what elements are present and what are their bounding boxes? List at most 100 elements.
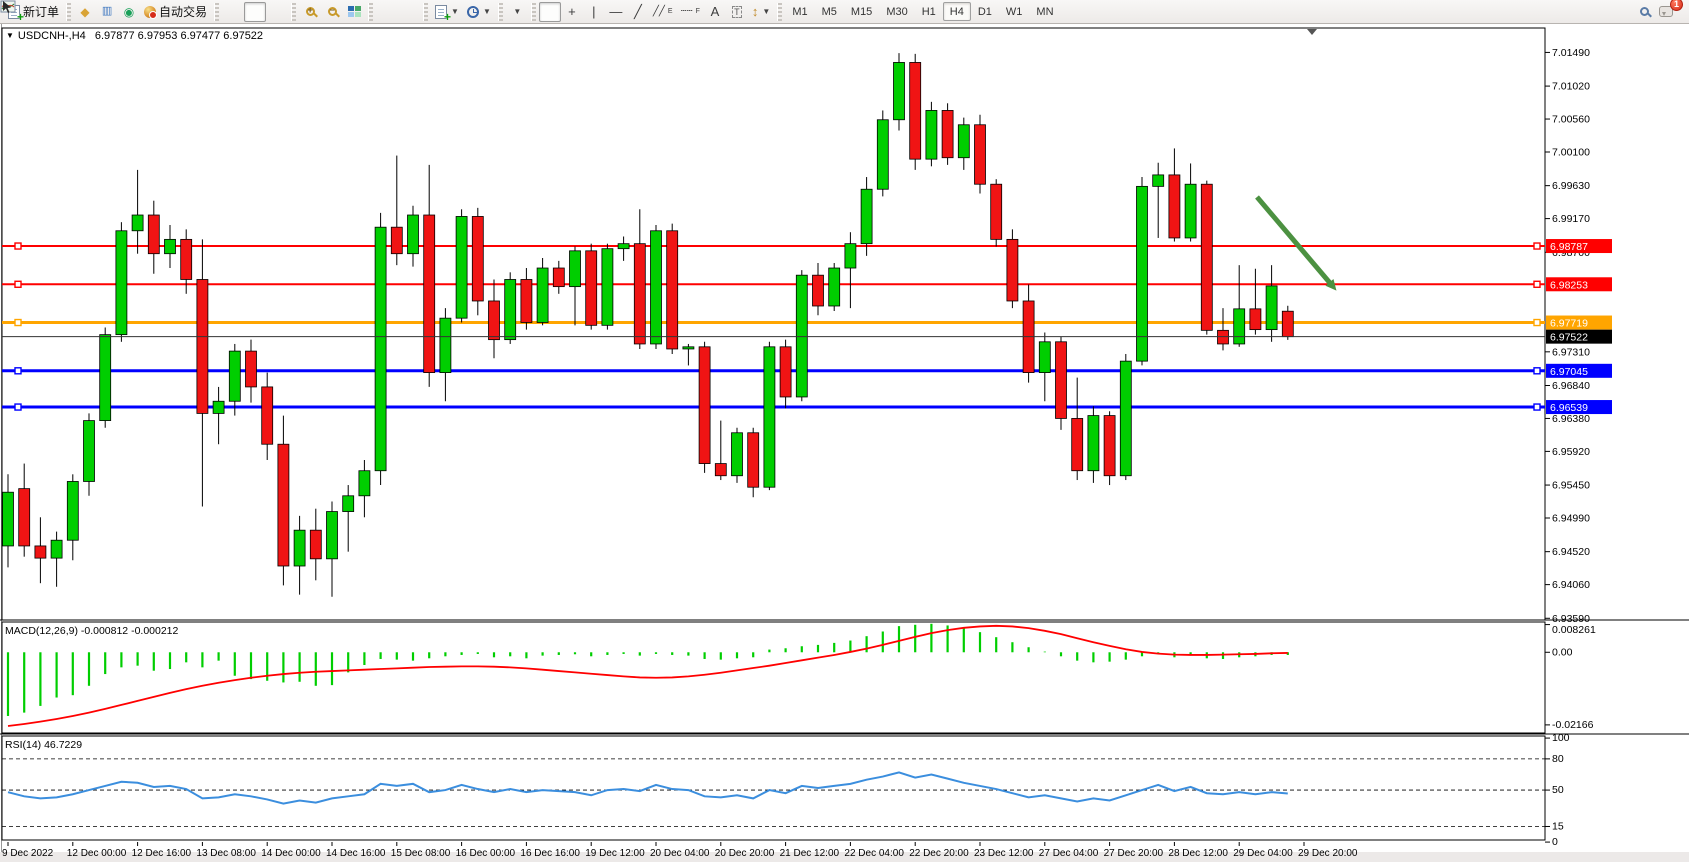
toolbar-grip (66, 3, 71, 21)
equidistant-channel-icon: ╱╱ (653, 7, 665, 17)
fibonacci-icon: ┄┄ (681, 7, 693, 17)
new-order-label: 新订单 (23, 3, 59, 20)
tile-windows-button[interactable] (343, 2, 365, 22)
periods-button[interactable]: ▼ (463, 2, 495, 22)
navigator-button[interactable]: ▥ (96, 2, 118, 22)
zoom-in-button[interactable]: + (299, 2, 321, 22)
ohlc-quote: 6.97877 6.97953 6.97477 6.97522 (95, 30, 263, 42)
new-chart-button[interactable]: ▼ (431, 2, 463, 22)
line-handle[interactable] (1534, 368, 1540, 374)
crosshair-icon: + (568, 5, 576, 18)
candle (294, 530, 305, 566)
candle (942, 110, 953, 157)
candle (991, 184, 1002, 239)
text-label-icon: T (732, 6, 742, 18)
timeframe-d1-button[interactable]: D1 (971, 2, 999, 21)
candle (618, 244, 629, 249)
search-icon (1640, 7, 1649, 16)
line-handle[interactable] (15, 243, 21, 249)
chart-shift-button[interactable] (398, 2, 420, 22)
candle (1007, 239, 1018, 301)
collapse-triangle-icon[interactable]: ▼ (6, 31, 14, 40)
time-tick-label: 12 Dec 00:00 (67, 848, 127, 859)
line-handle[interactable] (1534, 281, 1540, 287)
toolbar-grip (531, 3, 536, 21)
channel-tool-button[interactable]: ╱╱E (649, 2, 677, 22)
notifications-button[interactable]: 1 (1655, 2, 1677, 22)
line-handle[interactable] (15, 368, 21, 374)
candle (1039, 342, 1050, 373)
line-handle[interactable] (1534, 243, 1540, 249)
trendline-tool-button[interactable]: ╱ (627, 2, 649, 22)
timeframe-m15-button[interactable]: M15 (844, 2, 879, 21)
candle (829, 268, 840, 306)
line-handle[interactable] (1534, 404, 1540, 410)
macd-tick-label: -0.02166 (1552, 719, 1594, 731)
timeframe-m5-button[interactable]: M5 (815, 2, 844, 21)
arrows-tool-button[interactable]: ↕▼ (748, 2, 774, 22)
text-label-tool-button[interactable]: T (726, 2, 748, 22)
candle (1185, 184, 1196, 238)
bar-chart-button[interactable] (222, 2, 244, 22)
line-handle[interactable] (15, 281, 21, 287)
toolbar-grip (777, 3, 782, 21)
timeframe-h1-button[interactable]: H1 (915, 2, 943, 21)
search-button[interactable] (1633, 2, 1655, 22)
auto-trading-button[interactable]: 自动交易 (140, 2, 211, 22)
timeframe-h4-button[interactable]: H4 (943, 2, 971, 21)
candle (1169, 175, 1180, 238)
vertical-line-tool-button[interactable]: | (583, 2, 605, 22)
candle (51, 540, 62, 558)
candle (1120, 361, 1131, 476)
candle (586, 251, 597, 325)
candle (408, 215, 419, 254)
toolbar-grip (214, 3, 219, 21)
signals-button[interactable]: ◉ (118, 2, 140, 22)
candle (1056, 342, 1067, 419)
templates-button[interactable]: ▼ (506, 2, 528, 22)
candle (229, 351, 240, 401)
crosshair-tool-button[interactable]: + (561, 2, 583, 22)
candle (570, 251, 581, 287)
text-tool-button[interactable]: A (704, 2, 726, 22)
timeframe-m1-button[interactable]: M1 (785, 2, 814, 21)
time-tick-label: 20 Dec 20:00 (715, 848, 775, 859)
timeframe-w1-button[interactable]: W1 (999, 2, 1030, 21)
candle (1088, 416, 1099, 471)
market-watch-button[interactable]: ◆ (74, 2, 96, 22)
line-chart-button[interactable] (266, 2, 288, 22)
timeframe-mn-button[interactable]: MN (1029, 2, 1060, 21)
auto-scroll-button[interactable] (376, 2, 398, 22)
navigator-icon: ▥ (102, 6, 112, 17)
candle (1201, 184, 1212, 330)
fibonacci-tool-button[interactable]: ┄┄F (677, 2, 704, 22)
zoom-out-button[interactable]: − (321, 2, 343, 22)
time-tick-label: 27 Dec 20:00 (1104, 848, 1164, 859)
price-chart[interactable]: 7.014907.010207.005607.001006.996306.991… (0, 24, 1689, 862)
candle (1282, 311, 1293, 336)
zoom-out-icon: − (328, 7, 337, 16)
auto-trading-icon (144, 6, 156, 18)
candle (132, 215, 143, 231)
line-handle[interactable] (1534, 320, 1540, 326)
price-tick-label: 6.94060 (1552, 579, 1590, 591)
horizontal-line-tool-button[interactable]: — (605, 2, 627, 22)
time-tick-label: 15 Dec 08:00 (391, 848, 451, 859)
candle (35, 546, 46, 558)
tile-windows-icon (348, 6, 361, 17)
toolbar-grip (498, 3, 503, 21)
auto-trading-label: 自动交易 (159, 3, 207, 20)
candle (975, 125, 986, 184)
line-handle[interactable] (15, 320, 21, 326)
candle (699, 347, 710, 464)
time-tick-label: 16 Dec 16:00 (520, 848, 580, 859)
candle (877, 120, 888, 189)
cursor-tool-button[interactable] (539, 2, 561, 22)
new-chart-icon (435, 5, 447, 19)
candle (667, 231, 678, 349)
line-handle[interactable] (15, 404, 21, 410)
candle (958, 125, 969, 158)
timeframe-m30-button[interactable]: M30 (879, 2, 914, 21)
price-tag-label: 6.98787 (1550, 241, 1588, 253)
candlestick-chart-button[interactable] (244, 2, 266, 22)
